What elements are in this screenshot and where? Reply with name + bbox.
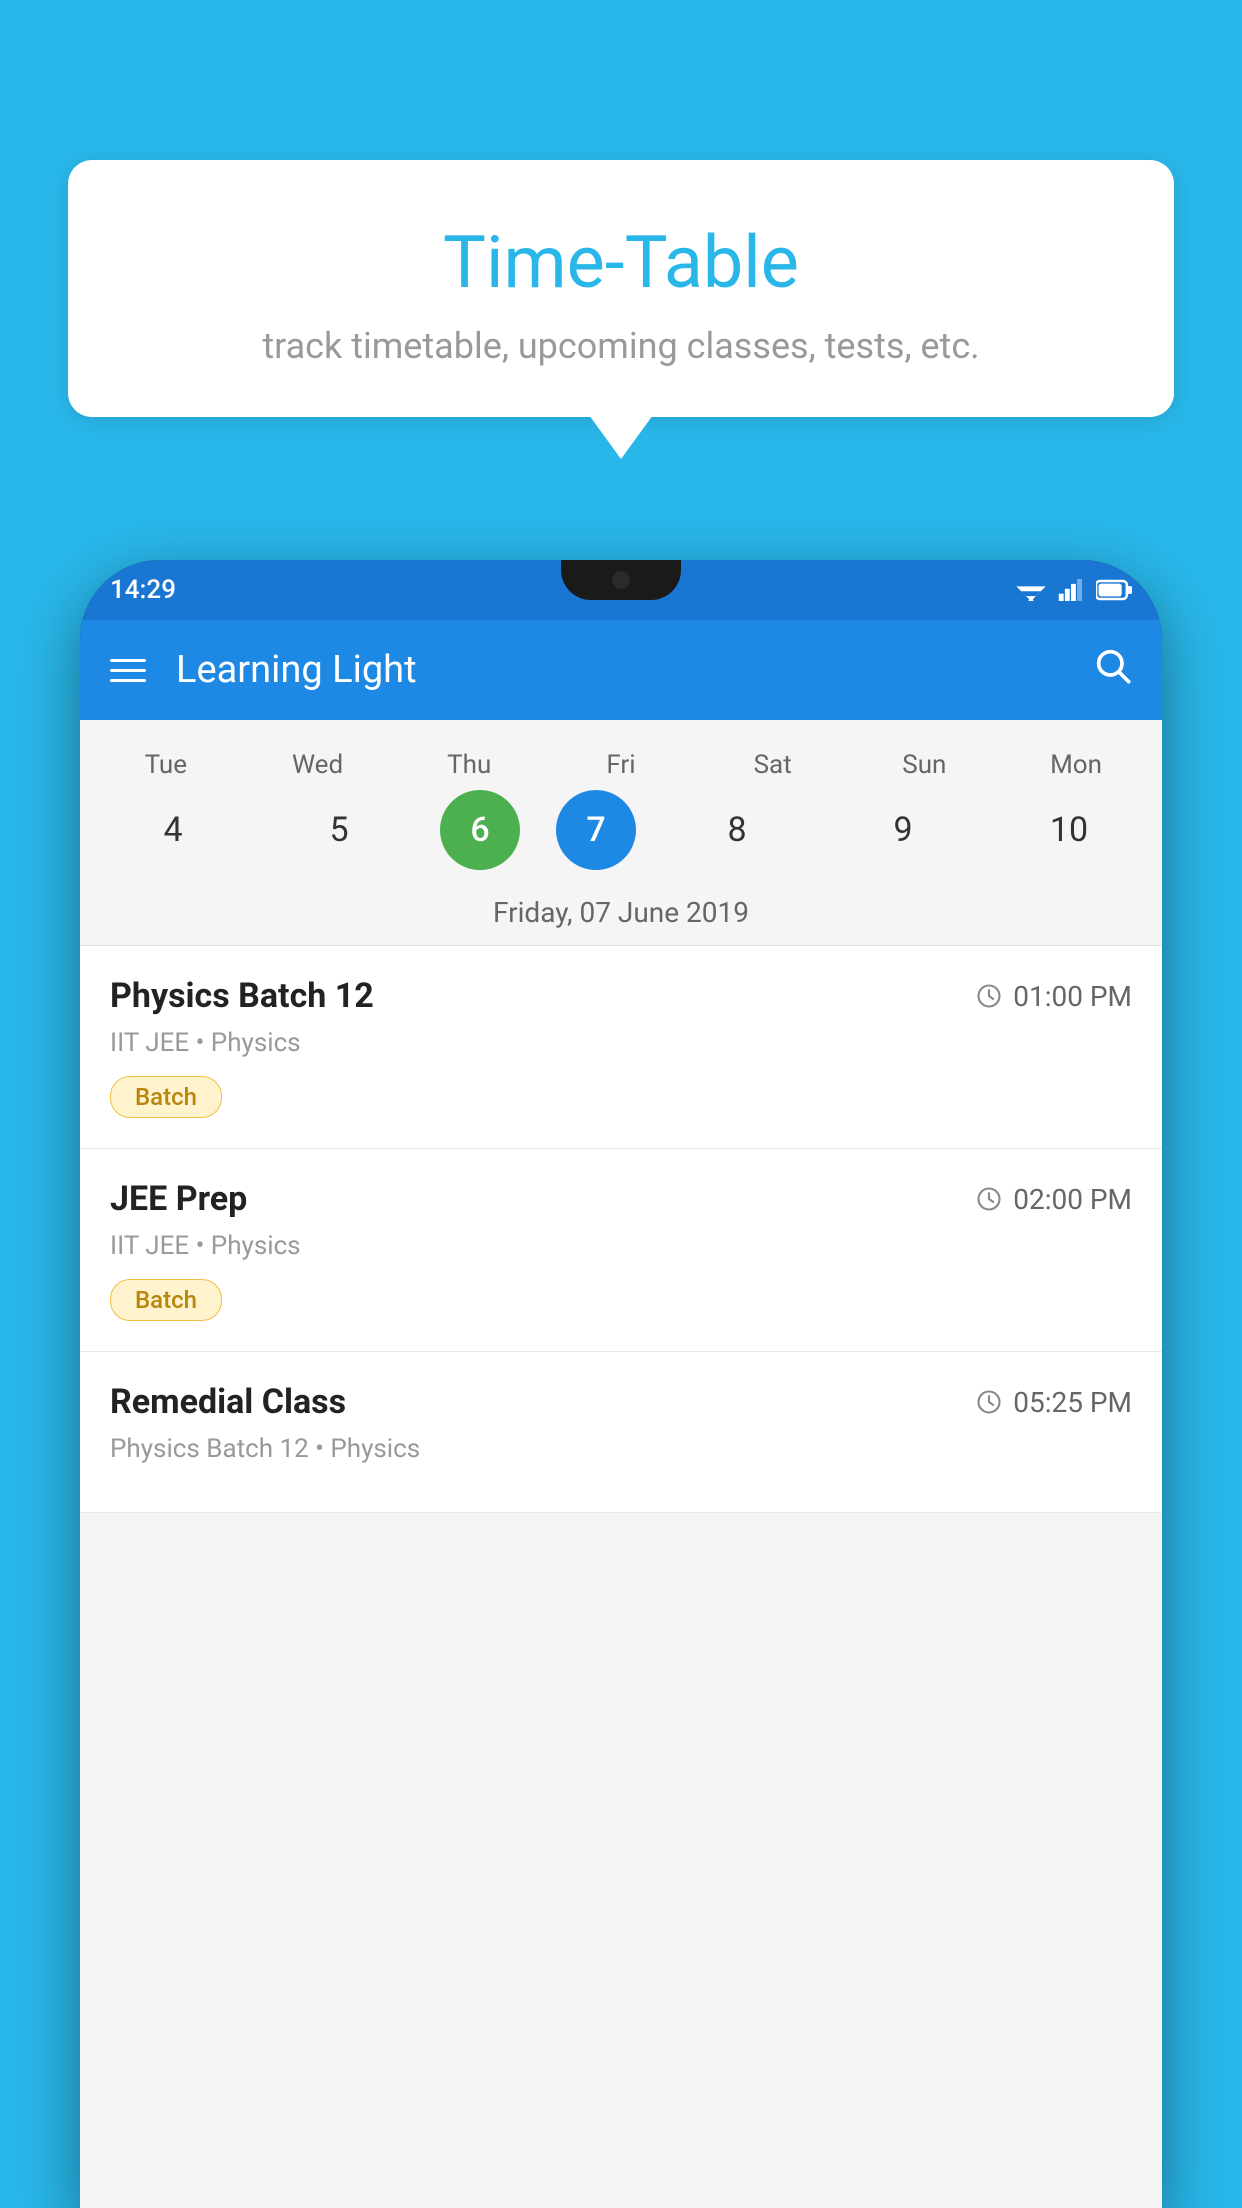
app-bar: Learning Light <box>80 620 1162 720</box>
phone-screen: Tue Wed Thu Fri Sat Sun Mon 456789 10 Friday, 0… <box>80 720 1162 2208</box>
calendar-strip: Tue Wed Thu Fri Sat Sun Mon 456789 10 Friday, 0… <box>80 720 1162 946</box>
status-icons <box>1016 579 1132 601</box>
day-number-9[interactable]: 9 <box>838 790 968 870</box>
day-number-6[interactable]: 6 <box>440 790 520 870</box>
class-time: 05:25 PM <box>975 1386 1132 1419</box>
day-number-7[interactable]: 7 <box>556 790 636 870</box>
day-number-10[interactable]: 10 <box>1004 790 1134 870</box>
day-header: Sat <box>708 740 838 790</box>
class-item[interactable]: Physics Batch 12 01:00 PM IIT JEE • Phys… <box>80 946 1162 1149</box>
status-time: 14:29 <box>110 575 176 605</box>
batch-badge: Batch <box>110 1279 222 1321</box>
class-meta: IIT JEE • Physics <box>110 1231 1132 1261</box>
tooltip-title: Time-Table <box>118 220 1124 305</box>
clock-icon <box>975 1388 1003 1416</box>
day-number-8[interactable]: 8 <box>672 790 802 870</box>
day-header: Fri <box>556 740 686 790</box>
class-time: 01:00 PM <box>975 980 1132 1013</box>
day-headers: Tue Wed Thu Fri Sat Sun Mon <box>80 740 1162 790</box>
camera <box>612 571 630 589</box>
wifi-icon <box>1016 579 1046 601</box>
hamburger-menu-button[interactable] <box>110 659 146 682</box>
class-list: Physics Batch 12 01:00 PM IIT JEE • Phys… <box>80 946 1162 1513</box>
class-item[interactable]: JEE Prep 02:00 PM IIT JEE • Physics Batc… <box>80 1149 1162 1352</box>
class-name: JEE Prep <box>110 1179 247 1219</box>
batch-badge: Batch <box>110 1076 222 1118</box>
class-item[interactable]: Remedial Class 05:25 PM Physics Batch 12… <box>80 1352 1162 1513</box>
search-button[interactable] <box>1092 645 1132 695</box>
battery-icon <box>1096 579 1132 601</box>
day-header: Thu <box>404 740 534 790</box>
day-numbers: 456789 10 <box>80 790 1162 880</box>
class-name: Remedial Class <box>110 1382 346 1422</box>
day-header: Mon <box>1011 740 1141 790</box>
clock-icon <box>975 1185 1003 1213</box>
phone-frame: 14:29 <box>80 560 1162 2208</box>
notch <box>561 560 681 600</box>
class-meta: Physics Batch 12 • Physics <box>110 1434 1132 1464</box>
class-name: Physics Batch 12 <box>110 976 374 1016</box>
class-item-header: Remedial Class 05:25 PM <box>110 1382 1132 1422</box>
class-item-header: Physics Batch 12 01:00 PM <box>110 976 1132 1016</box>
status-bar: 14:29 <box>80 560 1162 620</box>
day-number-5[interactable]: 5 <box>274 790 404 870</box>
clock-icon <box>975 982 1003 1010</box>
class-item-header: JEE Prep 02:00 PM <box>110 1179 1132 1219</box>
day-header: Wed <box>253 740 383 790</box>
day-number-4[interactable]: 4 <box>108 790 238 870</box>
signal-icon <box>1058 579 1084 601</box>
day-header: Sun <box>859 740 989 790</box>
day-header: Tue <box>101 740 231 790</box>
tooltip-card: Time-Table track timetable, upcoming cla… <box>68 160 1174 417</box>
class-time: 02:00 PM <box>975 1183 1132 1216</box>
selected-date: Friday, 07 June 2019 <box>80 880 1162 946</box>
tooltip-subtitle: track timetable, upcoming classes, tests… <box>118 325 1124 367</box>
class-meta: IIT JEE • Physics <box>110 1028 1132 1058</box>
app-title: Learning Light <box>176 648 1062 692</box>
